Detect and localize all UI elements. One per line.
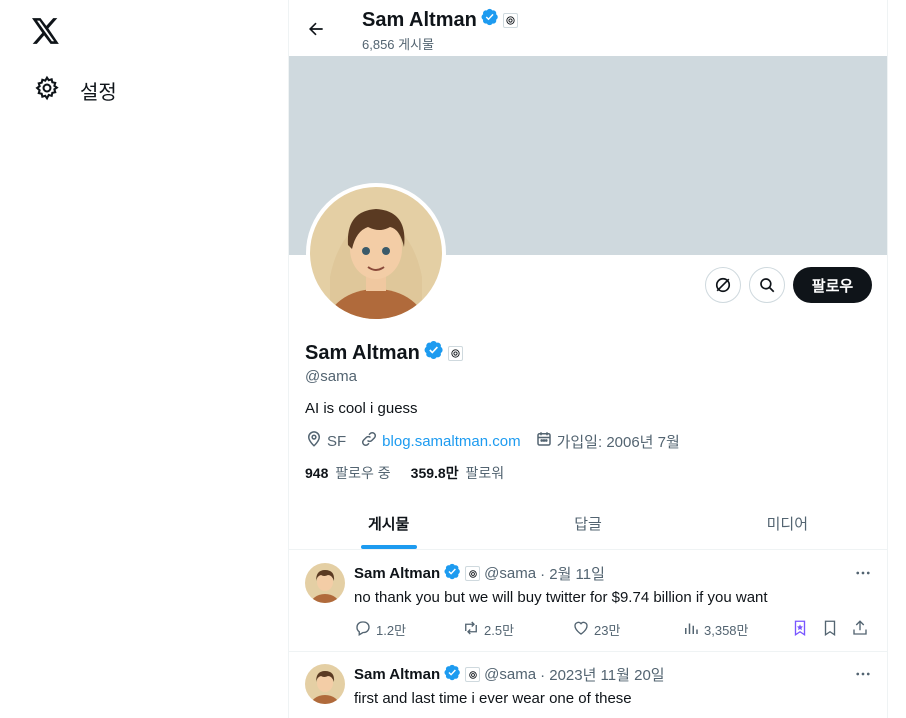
following-count: 948 [305,465,329,481]
location-text: SF [327,432,347,450]
profile-column: Sam Altman 6,856 게시물 팔로우 Sam Altman @sam… [288,0,888,718]
tweet-actions: 1.2만 2.5만 23만 3,358만 [354,619,874,639]
views-icon [682,619,704,640]
profile-location: SF [305,430,346,452]
reply-count: 1.2만 [376,623,407,638]
views-button[interactable]: 3,358만 [682,619,749,640]
retweet-count: 2.5만 [484,623,515,638]
reply-button[interactable]: 1.2만 [354,619,406,640]
tab-media[interactable]: 미디어 [688,497,887,549]
tweet-author-handle[interactable]: @sama [484,565,536,582]
x-logo-icon[interactable] [30,15,62,47]
profile-joined: 가입일: 2006년 7월 [535,430,680,452]
retweet-icon [462,619,484,640]
followers-count: 359.8만 [410,465,459,481]
follow-button[interactable]: 팔로우 [793,267,872,303]
nav-settings[interactable]: 설정 [22,70,129,110]
profile-bio: AI is cool i guess [305,400,418,417]
followers-link[interactable]: 359.8만 팔로워 [411,463,504,483]
bookmark-icon[interactable] [821,619,843,637]
verified-badge-icon[interactable] [444,664,461,685]
openai-affiliate-icon[interactable] [465,667,481,682]
location-icon [305,430,327,452]
grok-icon[interactable] [791,619,813,637]
subscribe-icon[interactable] [705,267,741,303]
profile-name: Sam Altman [305,341,420,364]
share-icon[interactable] [851,619,873,637]
tweet-header: Sam Altman @sama · 2023년 11월 20일 [354,664,665,685]
post-count: 6,856 게시물 [362,37,435,52]
retweet-button[interactable]: 2.5만 [462,619,514,640]
openai-affiliate-icon[interactable] [465,566,481,581]
followers-label: 팔로워 [465,465,505,481]
gear-icon [34,75,60,106]
tweet-date[interactable]: · 2023년 11월 20일 [540,664,665,685]
tweet-date[interactable]: · 2월 11일 [540,563,605,584]
header-name: Sam Altman [362,8,477,31]
tweet-author-handle[interactable]: @sama [484,666,536,683]
verified-badge-icon[interactable] [481,8,499,32]
tweet-avatar[interactable] [305,664,345,704]
like-icon [572,619,594,640]
header-name-row: Sam Altman [362,8,518,32]
like-button[interactable]: 23만 [572,619,620,640]
tab-posts[interactable]: 게시물 [289,497,488,549]
tweet-text: first and last time i ever wear one of t… [354,690,632,707]
tweet-avatar[interactable] [305,563,345,603]
like-count: 23만 [594,623,621,638]
openai-affiliate-icon[interactable] [502,12,518,28]
tab-replies[interactable]: 답글 [488,497,687,549]
reply-icon [354,619,376,640]
back-arrow-icon[interactable] [301,14,331,44]
calendar-icon [535,430,557,452]
profile-meta: SF blog.samaltman.com 가입일: 2006년 7월 [305,430,694,452]
left-navigation: 설정 [0,0,288,718]
profile-name-row: Sam Altman [305,340,463,366]
more-icon[interactable] [853,664,873,684]
tweet-text: no thank you but we will buy twitter for… [354,589,768,606]
link-icon [360,430,382,452]
profile-website[interactable]: blog.samaltman.com [360,430,521,452]
verified-badge-icon[interactable] [424,340,444,366]
openai-affiliate-icon[interactable] [447,345,463,361]
nav-settings-label: 설정 [80,81,117,104]
following-label: 팔로우 중 [335,465,391,481]
follow-stats: 948 팔로우 중 359.8만 팔로워 [305,463,524,483]
joined-text: 가입일: 2006년 7월 [556,433,680,451]
tweet[interactable]: Sam Altman @sama · 2월 11일 no thank you b… [289,551,887,652]
tweet-header: Sam Altman @sama · 2월 11일 [354,563,605,584]
search-icon[interactable] [749,267,785,303]
more-icon[interactable] [853,563,873,583]
views-count: 3,358만 [704,623,749,638]
verified-badge-icon[interactable] [444,563,461,584]
profile-handle: @sama [305,368,357,385]
tweet[interactable]: Sam Altman @sama · 2023년 11월 20일 first a… [289,652,887,718]
website-link[interactable]: blog.samaltman.com [382,433,520,450]
tweet-author-name[interactable]: Sam Altman [354,666,440,683]
profile-tabs: 게시물 답글 미디어 [289,497,887,550]
following-link[interactable]: 948 팔로우 중 [305,463,391,483]
tweet-author-name[interactable]: Sam Altman [354,565,440,582]
profile-header-bar: Sam Altman 6,856 게시물 [289,0,887,56]
profile-avatar[interactable] [306,183,446,323]
